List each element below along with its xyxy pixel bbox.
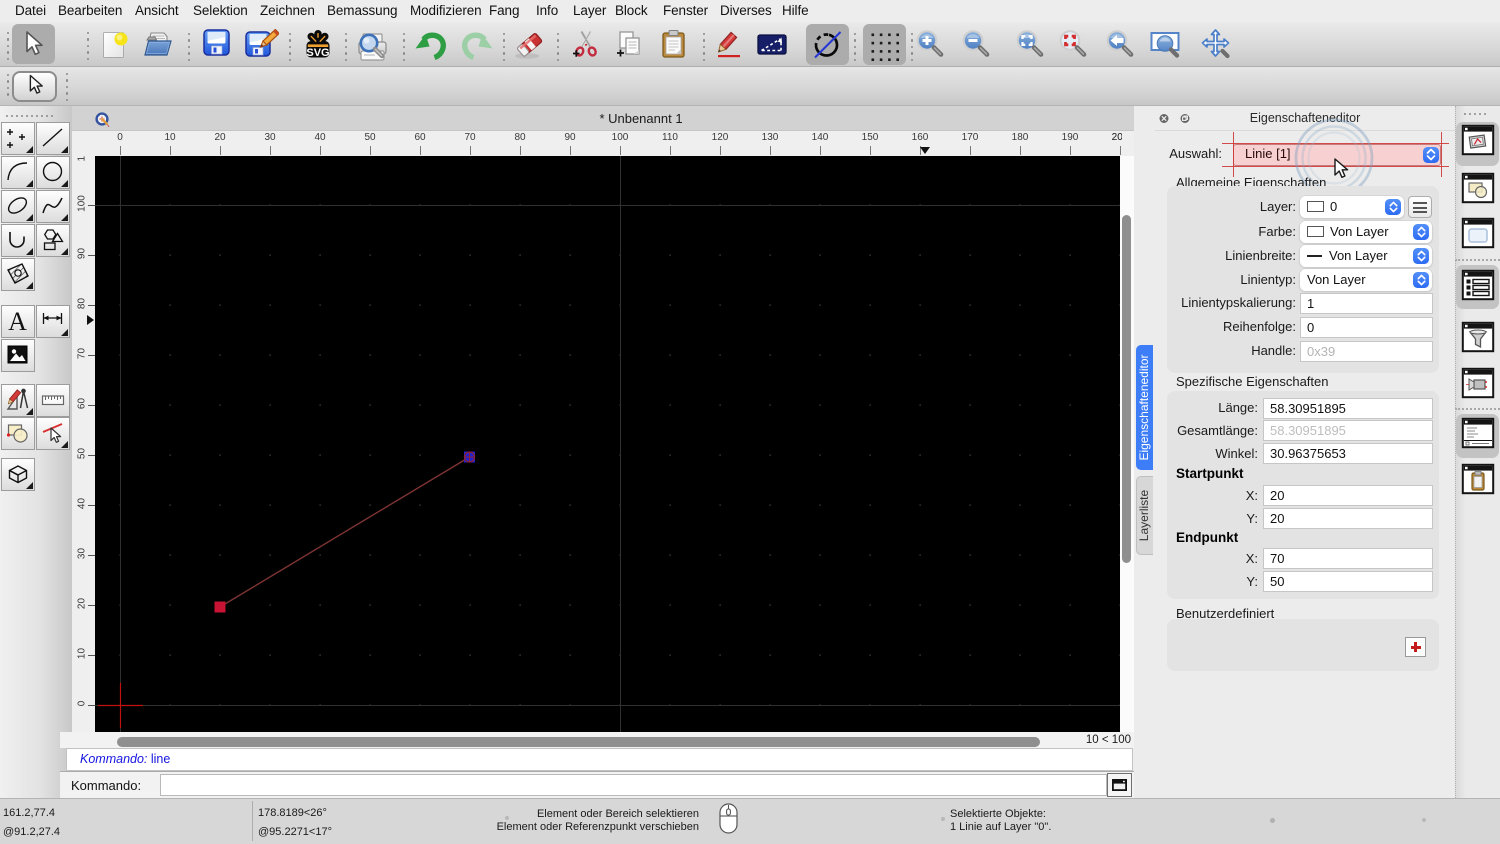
svg-text:SVG: SVG xyxy=(306,47,329,58)
svg-text:A: A xyxy=(8,309,27,333)
